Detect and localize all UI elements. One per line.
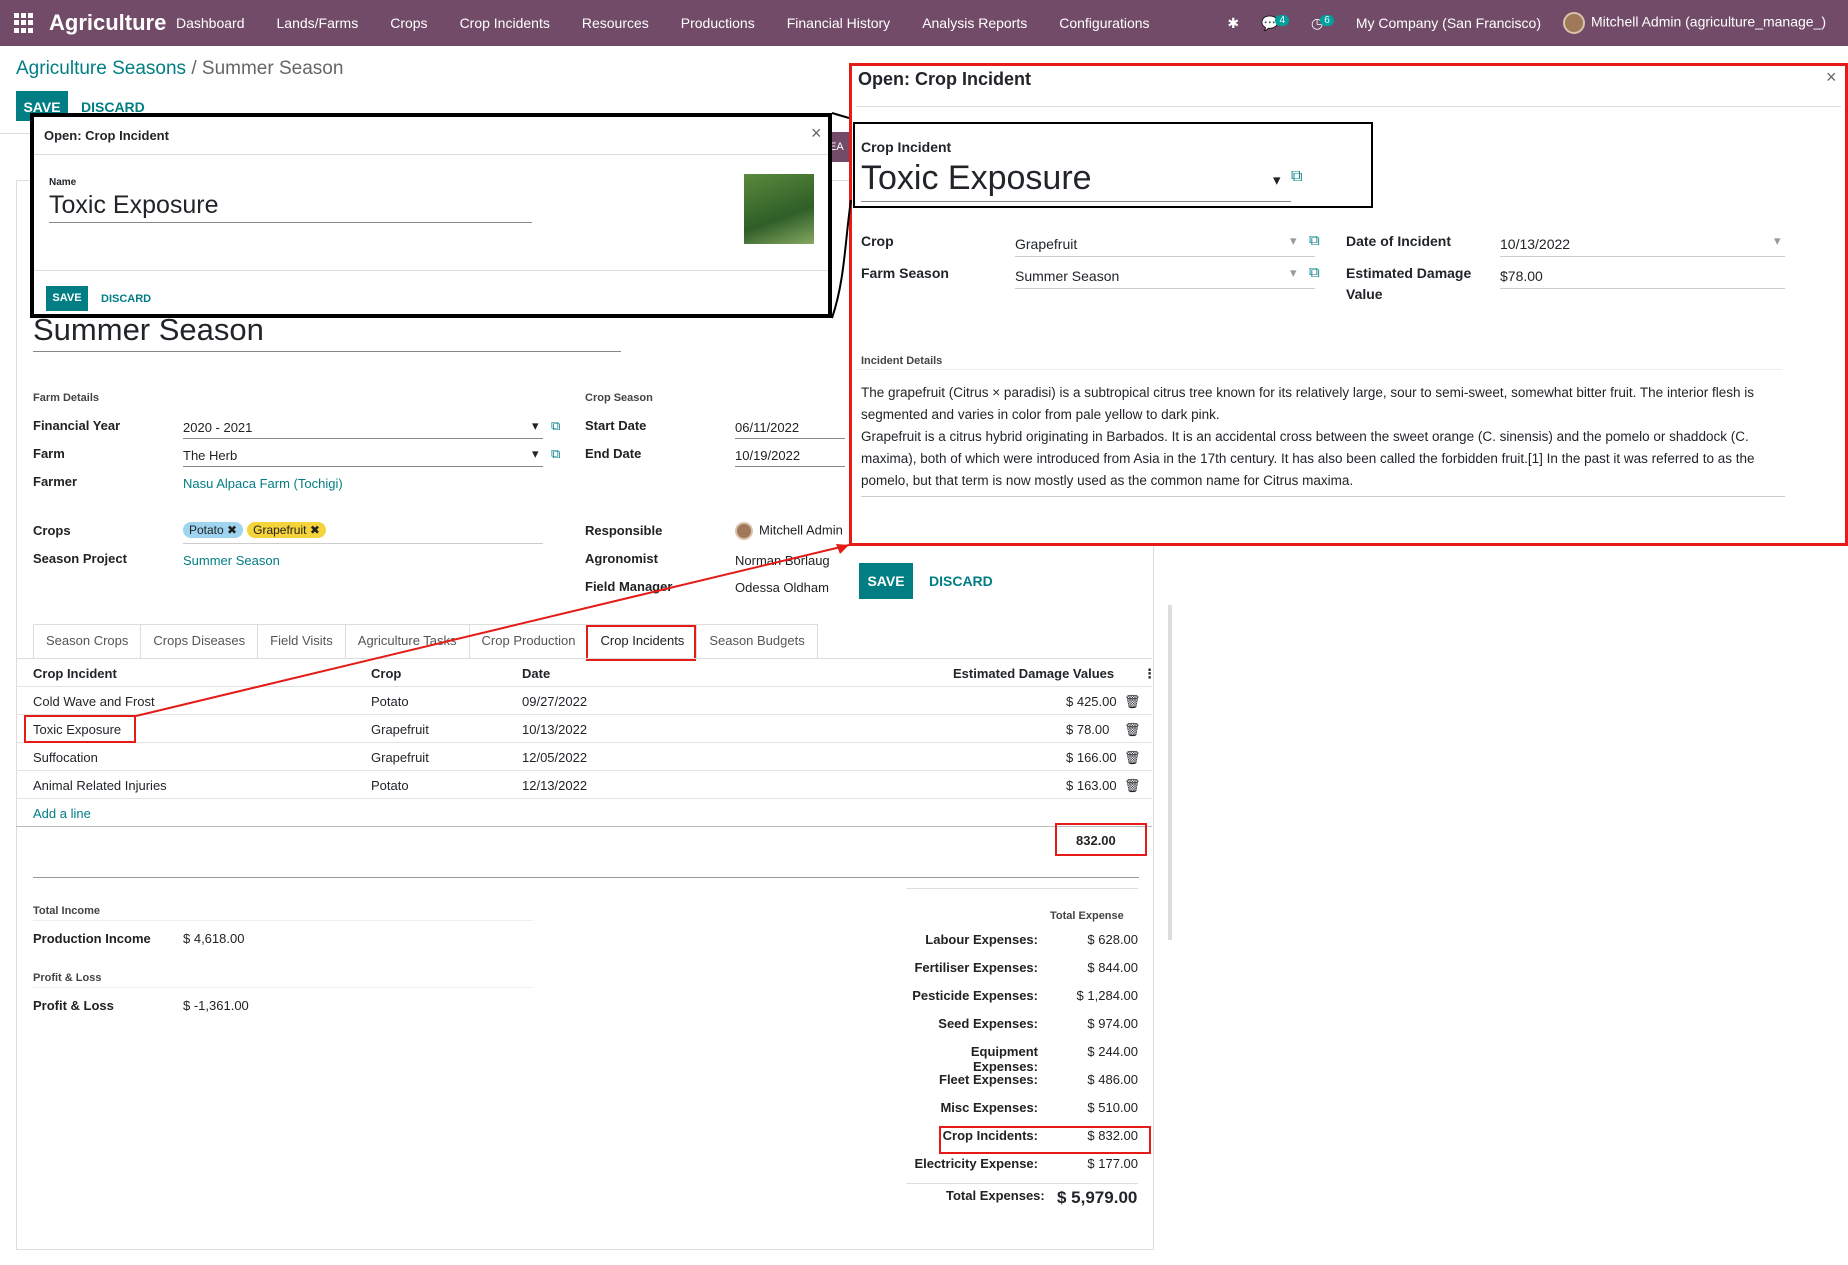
connector-black-curve bbox=[831, 199, 852, 319]
annotation-connectors bbox=[135, 112, 852, 717]
connector-arrowhead bbox=[836, 544, 849, 554]
connector-black-line-top bbox=[831, 112, 850, 119]
connector-red-line bbox=[135, 544, 850, 717]
